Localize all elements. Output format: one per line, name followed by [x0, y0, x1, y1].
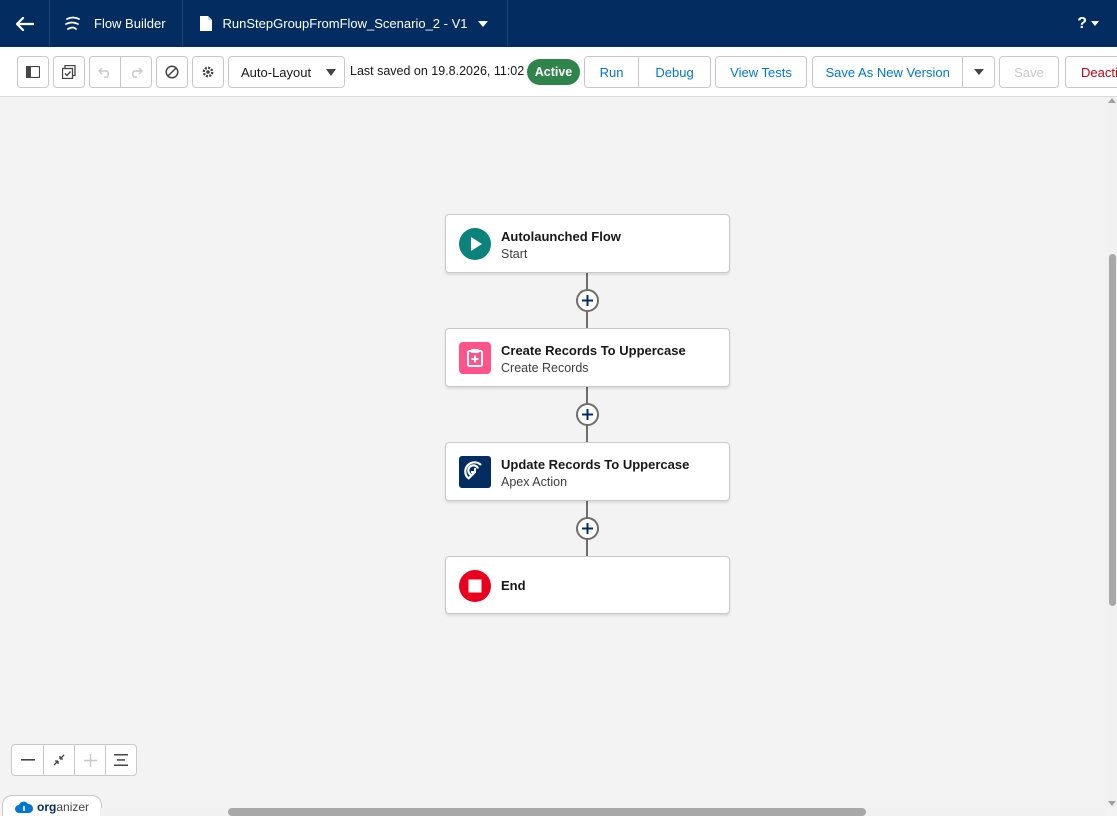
create-records-node[interactable]: Create Records To Uppercase Create Recor…: [445, 328, 730, 387]
flow-builder-icon: [65, 16, 80, 30]
status-badge: Active: [527, 59, 580, 85]
deactivate-button[interactable]: Deacti: [1065, 56, 1117, 88]
cloud-icon: [15, 801, 33, 813]
center-align-icon: [114, 754, 128, 766]
start-node[interactable]: Autolaunched Flow Start: [445, 214, 730, 273]
debug-button[interactable]: Debug: [638, 57, 710, 87]
node-title: Update Records To Uppercase: [501, 457, 690, 472]
plus-icon: [582, 295, 593, 306]
undo-button[interactable]: [90, 57, 120, 87]
save-options-button[interactable]: [962, 57, 994, 87]
arrow-left-icon: [15, 16, 34, 31]
node-subtitle: Start: [501, 247, 528, 261]
minus-icon: [20, 759, 35, 761]
flow-name-menu[interactable]: RunStepGroupFromFlow_Scenario_2 - V1: [183, 0, 509, 47]
layout-select[interactable]: Auto-Layout: [228, 56, 345, 88]
panel-icon: [26, 66, 40, 78]
vertical-scrollbar[interactable]: [1105, 97, 1117, 808]
stop-icon: [459, 570, 491, 602]
chevron-down-icon: [1091, 21, 1099, 26]
plus-icon: [83, 753, 97, 767]
node-title: End: [501, 578, 526, 593]
redo-icon: [132, 67, 144, 78]
play-icon: [459, 228, 491, 260]
app-header: Flow Builder RunStepGroupFromFlow_Scenar…: [0, 0, 1117, 47]
toolbar: Auto-Layout Last saved on 19.8.2026, 11:…: [0, 47, 1117, 97]
caret-down-icon: [973, 69, 984, 75]
chevron-down-icon: [478, 20, 489, 27]
organizer-label-prefix: org: [37, 800, 57, 814]
add-element-button[interactable]: [576, 289, 599, 312]
app-title-area: Flow Builder: [50, 0, 183, 47]
scroll-down-icon: [1108, 801, 1116, 806]
help-menu[interactable]: ?: [1077, 0, 1099, 47]
plus-icon: [582, 523, 593, 534]
zoom-in-button[interactable]: [74, 745, 105, 775]
horizontal-scrollbar[interactable]: [100, 808, 1105, 816]
apex-action-node[interactable]: Update Records To Uppercase Apex Action: [445, 442, 730, 501]
organizer-tab[interactable]: org anizer: [2, 795, 102, 816]
caret-down-icon: [326, 69, 336, 76]
node-title: Create Records To Uppercase: [501, 343, 686, 358]
center-button[interactable]: [105, 745, 136, 775]
document-icon: [199, 16, 212, 31]
fit-to-view-button[interactable]: [43, 745, 74, 775]
scrollbar-thumb[interactable]: [1109, 254, 1116, 606]
contract-icon: [53, 754, 65, 766]
save-as-group: Save As New Version: [812, 56, 995, 88]
run-debug-group: Run Debug: [584, 56, 711, 88]
scroll-up-icon: [1108, 98, 1116, 103]
last-saved-text: Last saved on 19.8.2026, 11:02: [350, 64, 525, 78]
settings-button[interactable]: [192, 56, 224, 88]
undo-icon: [98, 67, 110, 78]
toggle-panel-button[interactable]: [17, 56, 49, 88]
view-tests-button[interactable]: View Tests: [715, 56, 807, 88]
node-title: Autolaunched Flow: [501, 229, 621, 244]
zoom-controls: [11, 744, 137, 776]
ban-icon: [165, 65, 179, 79]
flow-canvas[interactable]: Autolaunched Flow Start Create Records T…: [0, 97, 1105, 808]
add-element-button[interactable]: [576, 403, 599, 426]
organizer-label-suffix: anizer: [56, 800, 90, 814]
back-button[interactable]: [0, 0, 50, 47]
layout-select-value: Auto-Layout: [241, 64, 312, 80]
scrollbar-thumb[interactable]: [228, 808, 866, 816]
checklist-icon: [62, 65, 76, 79]
flow-name: RunStepGroupFromFlow_Scenario_2 - V1: [222, 16, 468, 31]
zoom-out-button[interactable]: [12, 745, 43, 775]
apex-action-icon: [459, 456, 491, 488]
add-element-button[interactable]: [576, 517, 599, 540]
end-node[interactable]: End: [445, 556, 730, 614]
node-subtitle: Apex Action: [501, 475, 568, 489]
plus-icon: [582, 409, 593, 420]
gear-icon: [202, 66, 214, 78]
save-button[interactable]: Save: [999, 56, 1059, 88]
clear-button[interactable]: [156, 56, 188, 88]
save-as-new-version-button[interactable]: Save As New Version: [813, 57, 962, 87]
create-record-icon: [459, 342, 491, 374]
node-subtitle: Create Records: [501, 361, 589, 375]
run-button[interactable]: Run: [585, 57, 638, 87]
undo-redo-group: [89, 56, 152, 88]
app-title: Flow Builder: [94, 16, 166, 31]
redo-button[interactable]: [120, 57, 151, 87]
check-errors-button[interactable]: [53, 56, 85, 88]
help-icon: ?: [1077, 14, 1087, 32]
